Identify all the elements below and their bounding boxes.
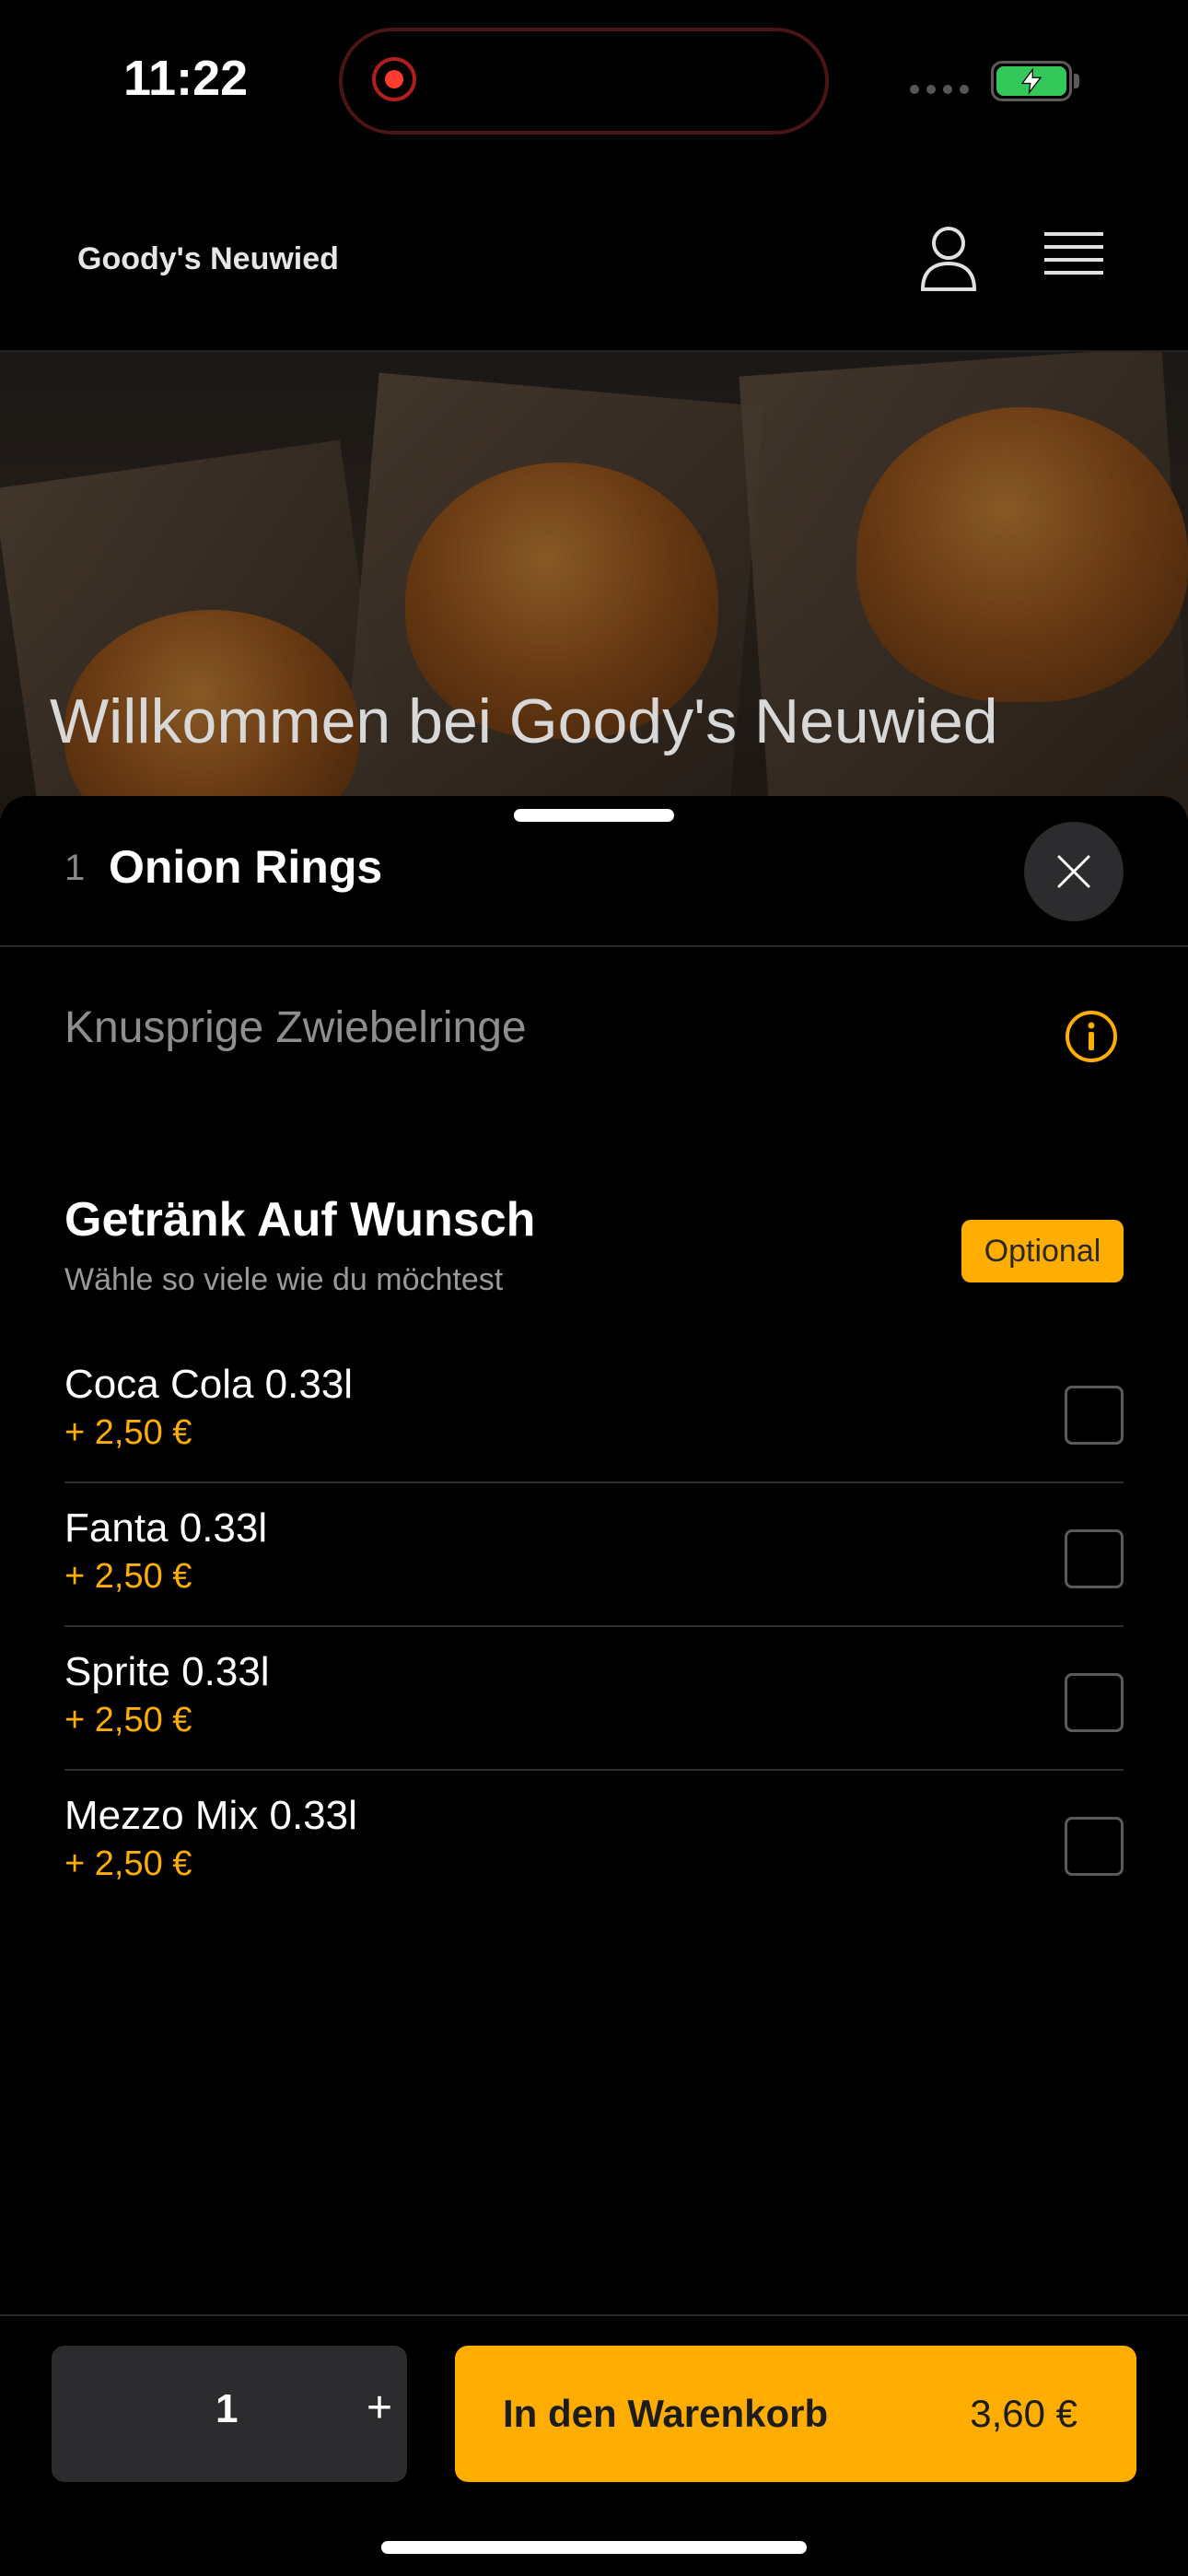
info-icon[interactable] xyxy=(1065,1010,1118,1063)
option-price: + 2,50 € xyxy=(64,1844,192,1883)
sheet-grabber[interactable] xyxy=(514,809,674,822)
product-quantity-badge: 1 xyxy=(64,848,86,888)
close-button[interactable] xyxy=(1024,822,1124,921)
status-time: 11:22 xyxy=(123,51,249,106)
hero-image xyxy=(0,352,1188,831)
option-item[interactable]: Sprite 0.33l + 2,50 € xyxy=(64,1627,1124,1771)
battery-icon xyxy=(991,61,1072,101)
home-indicator[interactable] xyxy=(381,2541,807,2554)
option-checkbox[interactable] xyxy=(1065,1817,1124,1876)
option-price: + 2,50 € xyxy=(64,1701,192,1739)
quantity-stepper[interactable]: 1 + xyxy=(52,2346,407,2482)
battery-cap xyxy=(1074,74,1079,88)
option-item[interactable]: Fanta 0.33l + 2,50 € xyxy=(64,1483,1124,1627)
option-item[interactable]: Coca Cola 0.33l + 2,50 € xyxy=(64,1340,1124,1483)
product-title: Onion Rings xyxy=(109,841,383,893)
option-name: Sprite 0.33l xyxy=(64,1649,270,1694)
cart-total-price: 3,60 € xyxy=(970,2392,1077,2435)
option-checkbox[interactable] xyxy=(1065,1386,1124,1445)
option-checkbox[interactable] xyxy=(1065,1529,1124,1588)
add-to-cart-label: In den Warenkorb xyxy=(503,2392,829,2435)
option-name: Mezzo Mix 0.33l xyxy=(64,1793,357,1838)
cellular-signal-icon xyxy=(910,85,969,94)
increment-button[interactable]: + xyxy=(367,2383,392,2433)
option-price: + 2,50 € xyxy=(64,1557,192,1596)
hero-title: Willkommen bei Goody's Neuwied xyxy=(50,686,998,756)
footer-divider xyxy=(0,2314,1188,2316)
close-icon xyxy=(1057,855,1090,888)
optional-badge: Optional xyxy=(961,1220,1124,1282)
sheet-header-divider xyxy=(0,945,1188,947)
option-item[interactable]: Mezzo Mix 0.33l + 2,50 € xyxy=(64,1771,1124,1914)
recording-indicator-icon xyxy=(372,57,416,101)
charging-bolt-icon xyxy=(1020,67,1042,95)
brand-title[interactable]: Goody's Neuwied xyxy=(77,241,339,277)
user-account-icon[interactable] xyxy=(919,225,978,291)
option-checkbox[interactable] xyxy=(1065,1673,1124,1732)
option-price: + 2,50 € xyxy=(64,1413,192,1452)
quantity-value: 1 xyxy=(215,2386,239,2431)
product-description: Knusprige Zwiebelringe xyxy=(64,1003,527,1052)
hamburger-menu-icon[interactable] xyxy=(1044,232,1103,284)
option-group-title: Getränk Auf Wunsch xyxy=(64,1193,536,1247)
add-to-cart-button[interactable]: In den Warenkorb 3,60 € xyxy=(455,2346,1136,2482)
option-group-subtitle: Wähle so viele wie du möchtest xyxy=(64,1262,504,1297)
option-name: Fanta 0.33l xyxy=(64,1505,268,1551)
option-name: Coca Cola 0.33l xyxy=(64,1362,354,1407)
